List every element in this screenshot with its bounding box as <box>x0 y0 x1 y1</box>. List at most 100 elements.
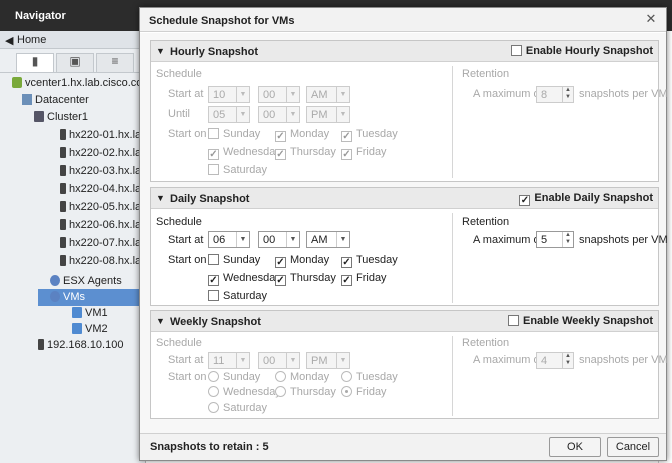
tree-node[interactable]: ESX Agents <box>50 273 122 290</box>
per-vm-label: snapshots per VM <box>579 88 668 100</box>
hourly-monday-checkbox[interactable]: ✓ Monday <box>275 128 329 142</box>
daily-monday-checkbox[interactable]: ✓ Monday <box>275 254 329 268</box>
collapse-arrow-icon[interactable]: ▼ <box>156 316 165 326</box>
host-icon <box>60 165 66 176</box>
weekly-thursday-radio[interactable]: Thursday <box>275 386 336 398</box>
daily-friday-checkbox[interactable]: ✓ Friday <box>341 272 387 286</box>
daily-start-hour-select[interactable]: 06 ▼ <box>208 231 250 248</box>
hourly-sunday-checkbox[interactable]: Sunday <box>208 128 260 140</box>
collapse-arrow-icon[interactable]: ▼ <box>156 46 165 56</box>
section-divider <box>452 336 453 416</box>
hourly-max-spinner[interactable]: 8 ▲ ▼ <box>536 86 574 103</box>
vcenter-icon <box>12 77 22 88</box>
folder-icon <box>50 275 60 286</box>
close-icon[interactable]: ✕ <box>644 12 658 26</box>
weekly-max-spinner[interactable]: 4 ▲ ▼ <box>536 352 574 369</box>
hourly-tuesday-checkbox[interactable]: ✓ Tuesday <box>341 128 398 142</box>
weekly-start-ampm-select[interactable]: PM ▼ <box>306 352 350 369</box>
tree-node[interactable]: Datacenter <box>22 92 89 109</box>
section-divider <box>452 66 453 178</box>
schedule-label: Schedule <box>156 337 202 349</box>
per-vm-label: snapshots per VM <box>579 234 668 246</box>
hourly-thursday-checkbox[interactable]: ✓ Thursday <box>275 146 336 160</box>
tab-storage[interactable]: ≡ <box>96 53 134 73</box>
until-label: Until <box>168 108 191 120</box>
weekly-snapshot-section: ▼ Weekly Snapshot Enable Weekly Snapshot… <box>150 310 668 419</box>
navigator-title: Navigator <box>15 10 66 22</box>
daily-sunday-checkbox[interactable]: Sunday <box>208 254 260 266</box>
retention-label: Retention <box>462 216 510 228</box>
enable-daily-checkbox[interactable]: ✓ Enable Daily Snapshot <box>519 192 653 206</box>
weekly-section-header[interactable]: ▼ Weekly Snapshot Enable Weekly Snapshot <box>151 311 658 332</box>
hourly-snapshot-section: ▼ Hourly Snapshot Enable Hourly Snapshot… <box>150 40 668 182</box>
daily-snapshot-section: ▼ Daily Snapshot ✓ Enable Daily Snapshot … <box>150 187 668 306</box>
start-minute-select[interactable]: 00 ▼ <box>258 86 300 103</box>
section-divider <box>452 213 453 303</box>
home-label: Home <box>17 34 47 46</box>
hourly-title: Hourly Snapshot <box>170 46 259 58</box>
daily-title: Daily Snapshot <box>170 193 250 205</box>
tree-node[interactable]: VMs <box>38 289 146 306</box>
datacenter-icon <box>22 94 32 105</box>
daily-saturday-checkbox[interactable]: Saturday <box>208 290 267 302</box>
daily-start-minute-select[interactable]: 00 ▼ <box>258 231 300 248</box>
daily-tuesday-checkbox[interactable]: ✓ Tuesday <box>341 254 398 268</box>
tree-node-label: Datacenter <box>35 94 89 106</box>
retention-label: Retention <box>462 337 510 349</box>
home-breadcrumb[interactable]: ◀ Home <box>0 31 146 49</box>
start-on-label: Start on <box>168 128 207 140</box>
tree-node-label: 192.168.10.100 <box>47 339 124 351</box>
start-at-label: Start at <box>168 88 204 100</box>
tree-node[interactable]: VM1 <box>72 305 108 322</box>
start-on-label: Start on <box>168 371 207 383</box>
until-hour-select[interactable]: 05 ▼ <box>208 106 250 123</box>
ok-button[interactable]: OK <box>549 437 601 457</box>
weekly-tuesday-radio[interactable]: Tuesday <box>341 371 398 383</box>
hourly-saturday-checkbox[interactable]: Saturday <box>208 164 267 176</box>
weekly-wednesday-radio[interactable]: Wednesday <box>208 386 281 398</box>
host-icon <box>60 219 66 230</box>
vm-icon <box>72 307 82 318</box>
per-vm-label: snapshots per VM <box>579 354 668 366</box>
host-icon <box>60 237 66 248</box>
collapse-arrow-icon[interactable]: ▼ <box>156 193 165 203</box>
navigator-tabs: ▮ ▣ ≡ <box>0 51 146 73</box>
until-ampm-select[interactable]: PM ▼ <box>306 106 350 123</box>
cancel-button[interactable]: Cancel <box>607 437 659 457</box>
hourly-section-header[interactable]: ▼ Hourly Snapshot Enable Hourly Snapshot <box>151 41 658 62</box>
daily-section-header[interactable]: ▼ Daily Snapshot ✓ Enable Daily Snapshot <box>151 188 658 209</box>
until-minute-select[interactable]: 00 ▼ <box>258 106 300 123</box>
tree-node[interactable]: Cluster1 <box>34 109 88 126</box>
retention-label: Retention <box>462 68 510 80</box>
tree-node-label: VMs <box>63 291 85 303</box>
tree-node[interactable]: 192.168.10.100 <box>38 337 123 354</box>
daily-thursday-checkbox[interactable]: ✓ Thursday <box>275 272 336 286</box>
tree-node-label: Cluster1 <box>47 111 88 123</box>
back-arrow-icon[interactable]: ◀ <box>5 34 13 47</box>
tab-hosts-clusters[interactable]: ▮ <box>16 53 54 73</box>
weekly-start-hour-select[interactable]: 11 ▼ <box>208 352 250 369</box>
hourly-friday-checkbox[interactable]: ✓ Friday <box>341 146 387 160</box>
weekly-saturday-radio[interactable]: Saturday <box>208 402 267 414</box>
weekly-sunday-radio[interactable]: Sunday <box>208 371 260 383</box>
daily-start-ampm-select[interactable]: AM ▼ <box>306 231 350 248</box>
navigator-panel: ◀ Home ▮ ▣ ≡ vcenter1.hx.lab.cisco.com Da… <box>0 31 156 463</box>
start-hour-select[interactable]: 10 ▼ <box>208 86 250 103</box>
daily-max-spinner[interactable]: 5 ▲ ▼ <box>536 231 574 248</box>
daily-wednesday-checkbox[interactable]: ✓ Wednesday <box>208 272 281 286</box>
hourly-wednesday-checkbox[interactable]: ✓ Wednesday <box>208 146 281 160</box>
weekly-monday-radio[interactable]: Monday <box>275 371 329 383</box>
tree-node[interactable]: VM2 <box>72 321 108 338</box>
schedule-label: Schedule <box>156 216 202 228</box>
tab-vms-templates[interactable]: ▣ <box>56 53 94 73</box>
enable-weekly-checkbox[interactable]: Enable Weekly Snapshot <box>507 315 653 327</box>
weekly-friday-radio[interactable]: Friday <box>341 386 387 398</box>
max-label: A maximum of <box>473 234 543 246</box>
weekly-start-minute-select[interactable]: 00 ▼ <box>258 352 300 369</box>
start-ampm-select[interactable]: AM ▼ <box>306 86 350 103</box>
host-icon <box>38 339 44 350</box>
tree-node[interactable]: vcenter1.hx.lab.cisco.com <box>12 75 152 92</box>
host-icon <box>60 147 66 158</box>
enable-hourly-checkbox[interactable]: Enable Hourly Snapshot <box>510 45 653 57</box>
cluster-icon <box>34 111 44 122</box>
